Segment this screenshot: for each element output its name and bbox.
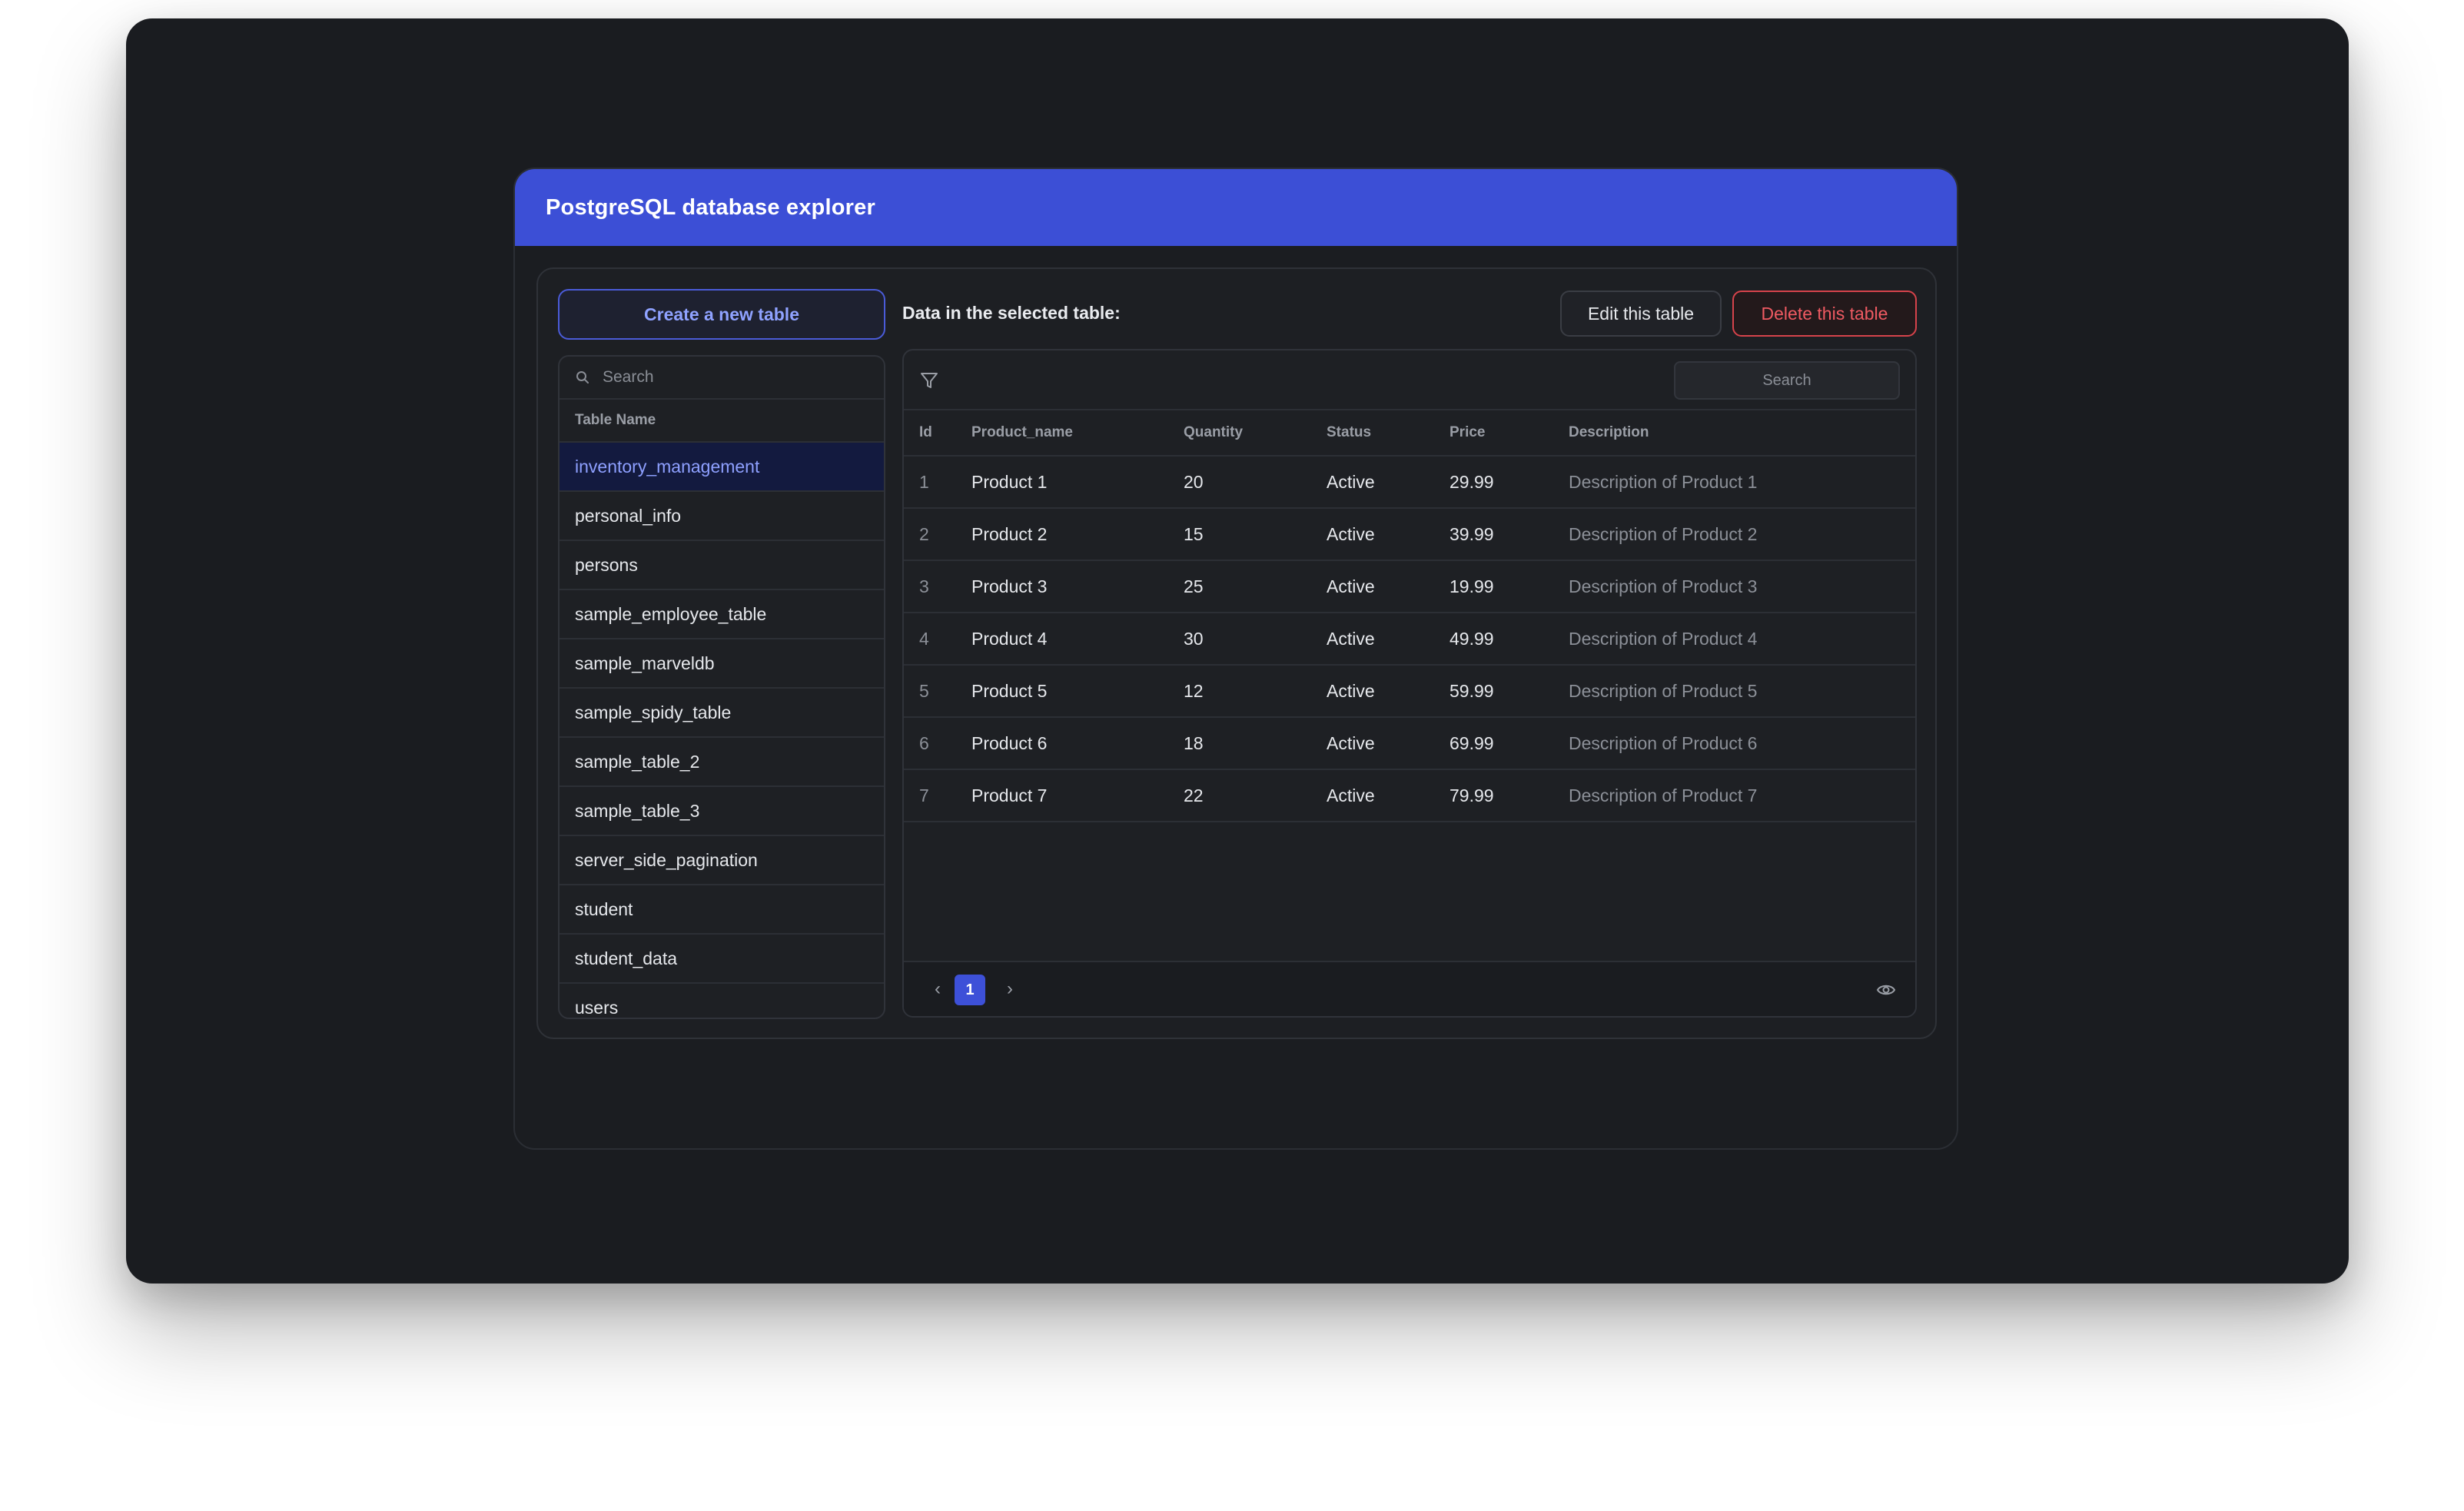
grid-body: 1 Product 1 20 Active 29.99 Description of Pr… <box>904 457 1915 822</box>
cell-quantity: 12 <box>1184 680 1204 701</box>
table-list-item[interactable]: personal_info <box>560 492 884 541</box>
cell-product-name: Product 4 <box>971 628 1048 649</box>
cell-quantity: 18 <box>1184 732 1204 753</box>
grid-search-input[interactable] <box>1685 370 1888 390</box>
cell-quantity: 15 <box>1184 523 1204 544</box>
cell-product-name: Product 6 <box>971 732 1048 753</box>
table-list-item[interactable]: student <box>560 885 884 935</box>
cell-quantity: 22 <box>1184 785 1204 805</box>
search-icon <box>576 371 589 384</box>
tables-panel: Table Name inventory_managementpersonal_… <box>558 355 885 1019</box>
cell-id: 6 <box>919 732 929 753</box>
table-list-item[interactable]: server_side_pagination <box>560 836 884 885</box>
cell-description: Description of Product 7 <box>1569 785 1758 805</box>
grid-search <box>1674 361 1900 400</box>
cell-quantity: 20 <box>1184 471 1204 492</box>
data-panel-label: Data in the selected table: <box>902 303 1121 323</box>
table-row[interactable]: 7 Product 7 22 Active 79.99 Description of Pr… <box>904 770 1915 822</box>
cell-description: Description of Product 5 <box>1569 680 1758 701</box>
table-row[interactable]: 6 Product 6 18 Active 69.99 Description of Pr… <box>904 718 1915 770</box>
cell-status: Active <box>1327 680 1375 701</box>
cell-status: Active <box>1327 732 1375 753</box>
cell-product-name: Product 7 <box>971 785 1048 805</box>
data-grid: Id Product_name Quantity Status Price De… <box>902 349 1917 1018</box>
column-header-description[interactable]: Description <box>1569 424 1915 441</box>
cell-price: 59.99 <box>1450 680 1494 701</box>
table-row[interactable]: 5 Product 5 12 Active 59.99 Description of Pr… <box>904 666 1915 718</box>
cell-product-name: Product 5 <box>971 680 1048 701</box>
cell-description: Description of Product 3 <box>1569 576 1758 596</box>
table-search-input[interactable] <box>601 367 881 387</box>
data-panel-header: Data in the selected table: Edit this ta… <box>902 289 1917 340</box>
create-table-button[interactable]: Create a new table <box>558 289 885 340</box>
cell-product-name: Product 2 <box>971 523 1048 544</box>
grid-footer: ‹ 1 › <box>904 961 1915 1016</box>
data-panel: Data in the selected table: Edit this ta… <box>902 289 1917 1018</box>
cell-quantity: 30 <box>1184 628 1204 649</box>
grid-toolbar <box>904 350 1915 410</box>
cell-price: 79.99 <box>1450 785 1494 805</box>
cell-status: Active <box>1327 785 1375 805</box>
cell-product-name: Product 3 <box>971 576 1048 596</box>
next-page-button[interactable]: › <box>999 978 1021 1001</box>
table-list-item[interactable]: sample_employee_table <box>560 590 884 639</box>
table-search <box>560 357 884 400</box>
cell-id: 3 <box>919 576 929 596</box>
table-list-item[interactable]: inventory_management <box>560 443 884 492</box>
cell-id: 5 <box>919 680 929 701</box>
title-bar: PostgreSQL database explorer <box>515 169 1957 246</box>
previous-page-button[interactable]: ‹ <box>927 978 948 1001</box>
cell-description: Description of Product 6 <box>1569 732 1758 753</box>
cell-price: 49.99 <box>1450 628 1494 649</box>
table-list-item[interactable]: users <box>560 984 884 1018</box>
filter-icon[interactable] <box>919 370 939 390</box>
table-list-item[interactable]: sample_table_3 <box>560 787 884 836</box>
cell-price: 29.99 <box>1450 471 1494 492</box>
table-list-item[interactable]: sample_spidy_table <box>560 689 884 738</box>
cell-product-name: Product 1 <box>971 471 1048 492</box>
table-list-item[interactable]: student_data <box>560 935 884 984</box>
tables-sidebar: Create a new table Table Name inventory_… <box>558 289 885 1019</box>
cell-status: Active <box>1327 523 1375 544</box>
table-row[interactable]: 4 Product 4 30 Active 49.99 Description of Pr… <box>904 613 1915 666</box>
page-button-current[interactable]: 1 <box>955 975 985 1005</box>
column-header-price[interactable]: Price <box>1450 424 1569 441</box>
cell-price: 39.99 <box>1450 523 1494 544</box>
table-row[interactable]: 3 Product 3 25 Active 19.99 Description of Pr… <box>904 561 1915 613</box>
cell-id: 2 <box>919 523 929 544</box>
cell-id: 4 <box>919 628 929 649</box>
cell-description: Description of Product 2 <box>1569 523 1758 544</box>
app-screen: PostgreSQL database explorer Create a ne… <box>126 18 2349 1284</box>
cell-status: Active <box>1327 471 1375 492</box>
cell-quantity: 25 <box>1184 576 1204 596</box>
table-list-item[interactable]: sample_table_2 <box>560 738 884 787</box>
cell-description: Description of Product 1 <box>1569 471 1758 492</box>
delete-table-button[interactable]: Delete this table <box>1732 291 1917 337</box>
cell-status: Active <box>1327 628 1375 649</box>
cell-id: 1 <box>919 471 929 492</box>
app-title: PostgreSQL database explorer <box>546 194 875 220</box>
table-row[interactable]: 2 Product 2 15 Active 39.99 Description of Pr… <box>904 509 1915 561</box>
grid-header-row: Id Product_name Quantity Status Price De… <box>904 410 1915 457</box>
cell-price: 69.99 <box>1450 732 1494 753</box>
cell-description: Description of Product 4 <box>1569 628 1758 649</box>
column-header-id[interactable]: Id <box>904 424 971 441</box>
eye-icon[interactable] <box>1875 979 1897 1001</box>
cell-status: Active <box>1327 576 1375 596</box>
column-header-quantity[interactable]: Quantity <box>1184 424 1327 441</box>
table-row[interactable]: 1 Product 1 20 Active 29.99 Description of Pr… <box>904 457 1915 509</box>
explorer-window: PostgreSQL database explorer Create a ne… <box>513 168 1958 1150</box>
column-header-product-name[interactable]: Product_name <box>971 424 1184 441</box>
edit-table-button[interactable]: Edit this table <box>1560 291 1722 337</box>
table-name-header: Table Name <box>560 400 884 443</box>
cell-price: 19.99 <box>1450 576 1494 596</box>
table-list-item[interactable]: sample_marveldb <box>560 639 884 689</box>
content-card: Create a new table Table Name inventory_… <box>536 267 1937 1039</box>
cell-id: 7 <box>919 785 929 805</box>
table-list-item[interactable]: persons <box>560 541 884 590</box>
column-header-status[interactable]: Status <box>1327 424 1450 441</box>
table-list: inventory_management personal_info persons… <box>560 443 884 1018</box>
